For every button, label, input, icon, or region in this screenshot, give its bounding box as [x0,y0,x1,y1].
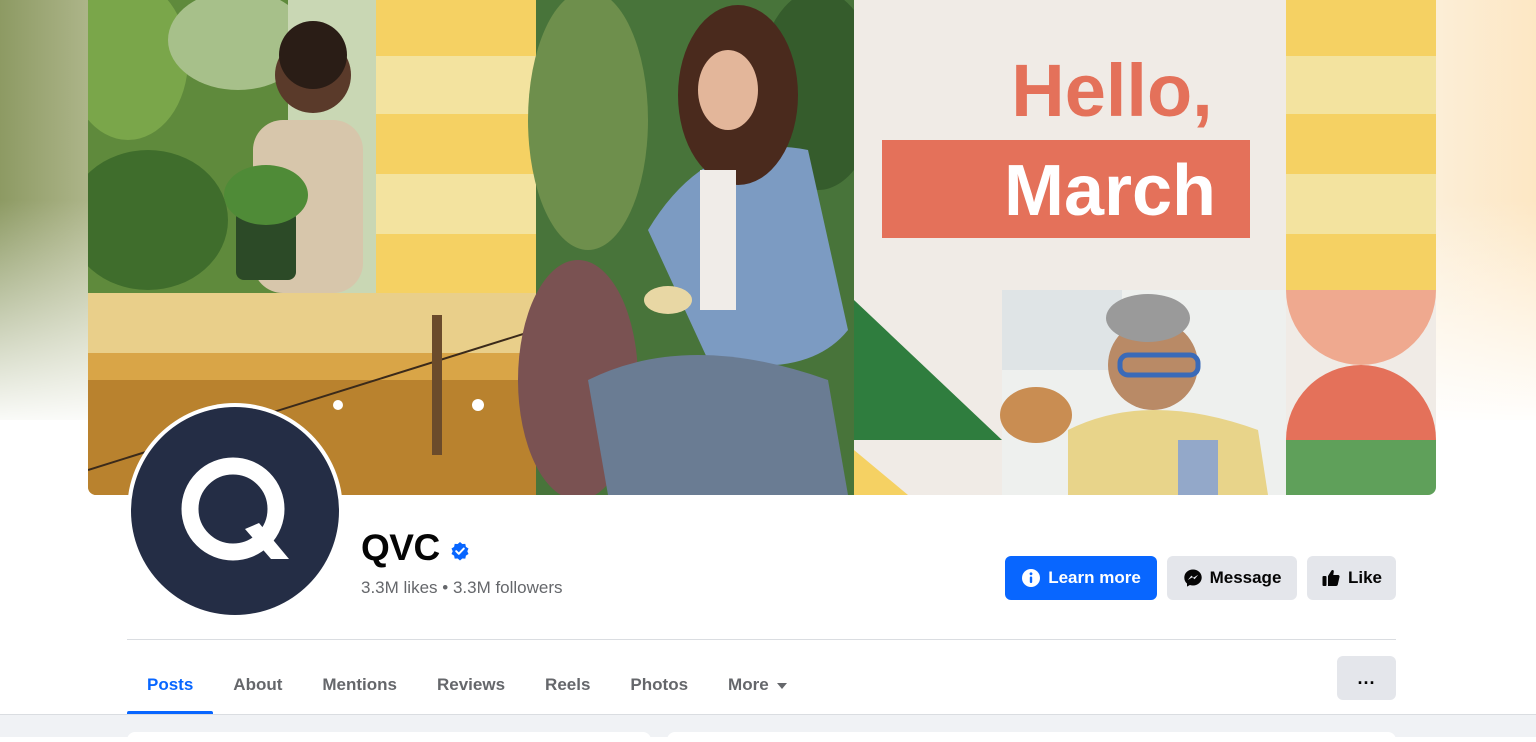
tab-photos[interactable]: Photos [610,656,708,714]
tab-label: About [233,675,283,694]
tab-reels[interactable]: Reels [525,656,610,714]
message-button[interactable]: Message [1167,556,1297,600]
cover-headline-line2: March [1004,151,1216,231]
like-button[interactable]: Like [1307,556,1396,600]
learn-more-label: Learn more [1048,568,1141,587]
tab-label: More [728,675,769,694]
cover-panel-geometry [854,290,1002,495]
page-name: QVC [361,527,440,568]
tab-label: Reviews [437,675,506,694]
thumbs-up-icon [1322,570,1340,586]
cover-panel-hello-march [854,0,1286,290]
tab-more[interactable]: More [708,656,807,714]
more-options-icon: ... [1357,667,1376,688]
cover-panel-stripes-right [1286,0,1436,495]
tab-posts[interactable]: Posts [127,656,214,714]
feed-card-left [127,732,651,742]
tab-label: Photos [630,675,689,694]
followers-count[interactable]: 3.3M followers [453,578,563,598]
cover-panel-stripes-left [376,0,536,293]
tab-mentions[interactable]: Mentions [302,656,417,714]
chevron-down-icon [776,683,787,689]
verified-badge-icon [451,542,469,561]
tab-label: Posts [147,675,194,694]
tab-label: Reels [545,675,591,694]
tab-label: Mentions [322,675,397,694]
cover-headline-line1: Hello, [1011,49,1212,132]
cover-panel-kitchen [1000,290,1286,495]
avatar[interactable] [131,407,339,615]
tab-reviews[interactable]: Reviews [417,656,525,714]
tab-about[interactable]: About [213,656,302,714]
feed-card-right [667,732,1396,742]
likes-count[interactable]: 3.3M likes [361,578,438,598]
profile-tabs: Posts About Mentions Reviews Reels Photo… [127,656,807,714]
info-icon [1022,569,1041,587]
page-title: QVC [361,524,470,572]
page-stats: 3.3M likes • 3.3M followers [361,578,563,598]
cover-panel-gardener [518,0,878,495]
q-logo-icon [181,457,289,561]
message-label: Message [1209,568,1282,587]
more-options-button[interactable]: ... [1337,656,1396,700]
stats-separator: • [437,578,453,597]
messenger-icon [1183,569,1202,587]
cover-panel-greenhouse [88,0,376,293]
header-divider [127,639,1396,640]
like-label: Like [1347,568,1383,587]
learn-more-button[interactable]: Learn more [1005,556,1157,600]
